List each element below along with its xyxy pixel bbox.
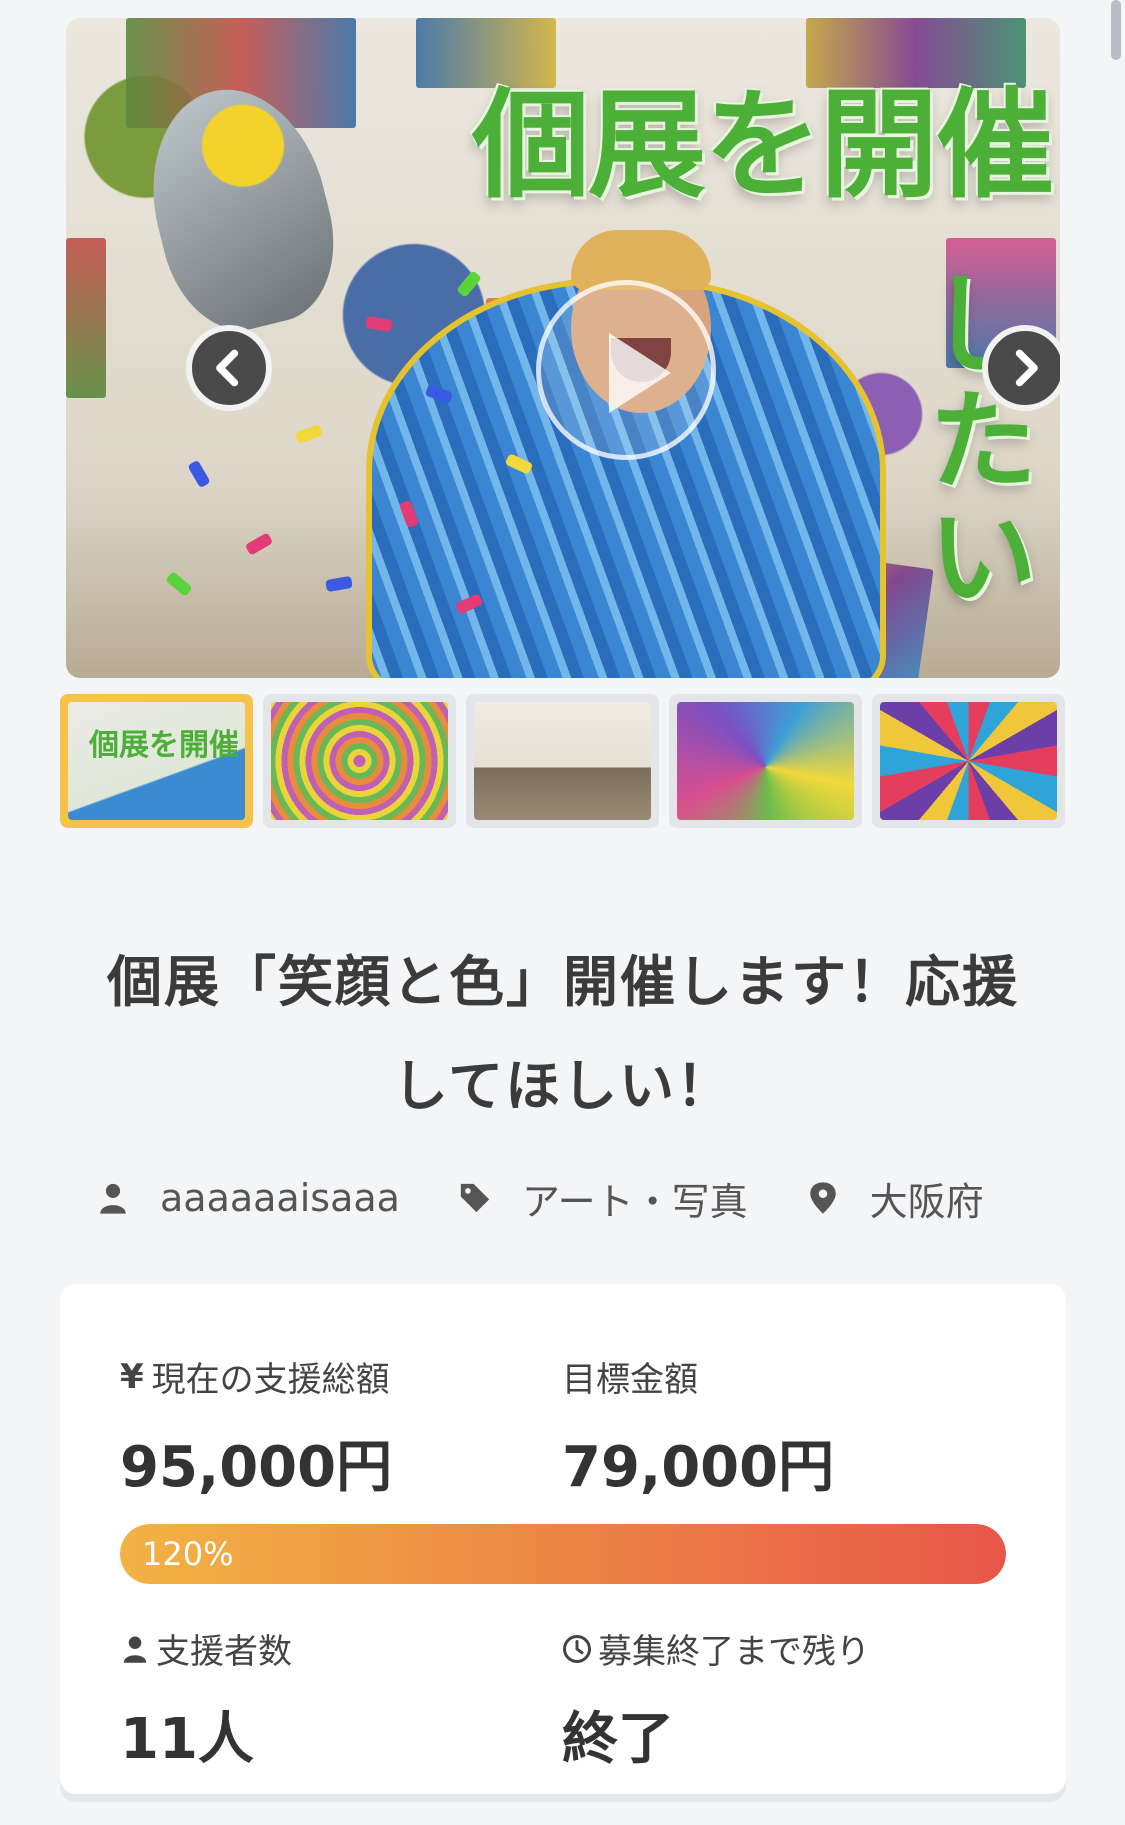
confetti — [325, 575, 353, 593]
project-title-line1: 個展「笑顔と色」開催します！応援 — [106, 950, 1019, 1014]
map-pin-icon — [809, 1182, 836, 1214]
thumbnail-image — [677, 702, 854, 820]
remaining-label-text: 募集終了まで残り — [598, 1632, 870, 1672]
yen-icon: ¥ — [120, 1356, 144, 1397]
thumbnail-image: 個展を開催 — [68, 702, 245, 820]
location-name: 大阪府 — [869, 1179, 984, 1224]
page-scrollbar[interactable] — [1111, 0, 1121, 60]
remaining-value: 終了 — [562, 1707, 674, 1772]
confetti — [165, 571, 193, 597]
thumbnail-1[interactable]: 個展を開催 — [60, 694, 253, 828]
goal-amount-label: 目標金額 — [562, 1360, 698, 1400]
category-link[interactable]: アート・写真 — [458, 1171, 748, 1226]
thumbnail-image — [474, 702, 651, 820]
carousel-prev-button[interactable] — [186, 325, 272, 411]
thumbnail-caption: 個展を開催 — [89, 728, 239, 763]
project-title-line2: してほしい！ — [392, 1054, 734, 1118]
chevron-right-icon — [1015, 349, 1038, 387]
clock-icon — [563, 1634, 591, 1663]
hero-overlay-subtitle: したい — [928, 263, 1037, 622]
thumbnail-strip: 個展を開催 — [60, 694, 1066, 828]
user-icon — [100, 1183, 126, 1214]
thumbnail-4[interactable] — [669, 694, 862, 828]
confetti — [365, 315, 393, 333]
gallery-painting — [66, 238, 106, 398]
current-amount-label: ¥ 現在の支援総額 — [120, 1352, 390, 1401]
project-title: 個展「笑顔と色」開催します！応援 してほしい！ — [60, 930, 1066, 1138]
category-name: アート・写真 — [521, 1179, 748, 1224]
funding-progress-bar: 120% — [120, 1524, 1006, 1584]
thumbnail-image — [880, 702, 1057, 820]
chevron-left-icon — [216, 349, 239, 387]
backers-label: 支援者数 — [120, 1624, 292, 1673]
confetti — [187, 459, 211, 489]
confetti — [294, 423, 324, 445]
user-icon — [123, 1636, 147, 1663]
funding-stats-card: ¥ 現在の支援総額 95,000円 目標金額 79,000円 120% 支援者数… — [60, 1284, 1066, 1794]
confetti — [244, 532, 274, 556]
progress-percent: 120% — [142, 1535, 234, 1573]
carousel-next-button[interactable] — [982, 325, 1060, 411]
hero-overlay-title: 個展を開催 — [471, 76, 1054, 214]
remaining-label: 募集終了まで残り — [562, 1624, 870, 1673]
confetti — [456, 270, 482, 298]
thumbnail-image — [271, 702, 448, 820]
project-meta: aaaaaaisaaa アート・写真 大阪府 — [96, 1168, 1056, 1228]
tag-icon — [460, 1183, 490, 1213]
progress-fill: 120% — [120, 1524, 1006, 1584]
goal-amount-value: 79,000円 — [562, 1435, 835, 1500]
play-video-button[interactable] — [536, 280, 716, 460]
location-link[interactable]: 大阪府 — [806, 1171, 984, 1226]
thumbnail-5[interactable] — [872, 694, 1065, 828]
hero-carousel[interactable]: 個展を開催 したい — [66, 18, 1060, 678]
owner-name: aaaaaaisaaa — [160, 1176, 400, 1220]
owner-link[interactable]: aaaaaaisaaa — [96, 1176, 400, 1220]
backers-label-text: 支援者数 — [156, 1632, 292, 1672]
current-amount-label-text: 現在の支援総額 — [151, 1360, 390, 1400]
thumbnail-3[interactable] — [466, 694, 659, 828]
backers-value: 11人 — [120, 1707, 254, 1772]
thumbnail-2[interactable] — [263, 694, 456, 828]
current-amount-value: 95,000円 — [120, 1435, 393, 1500]
